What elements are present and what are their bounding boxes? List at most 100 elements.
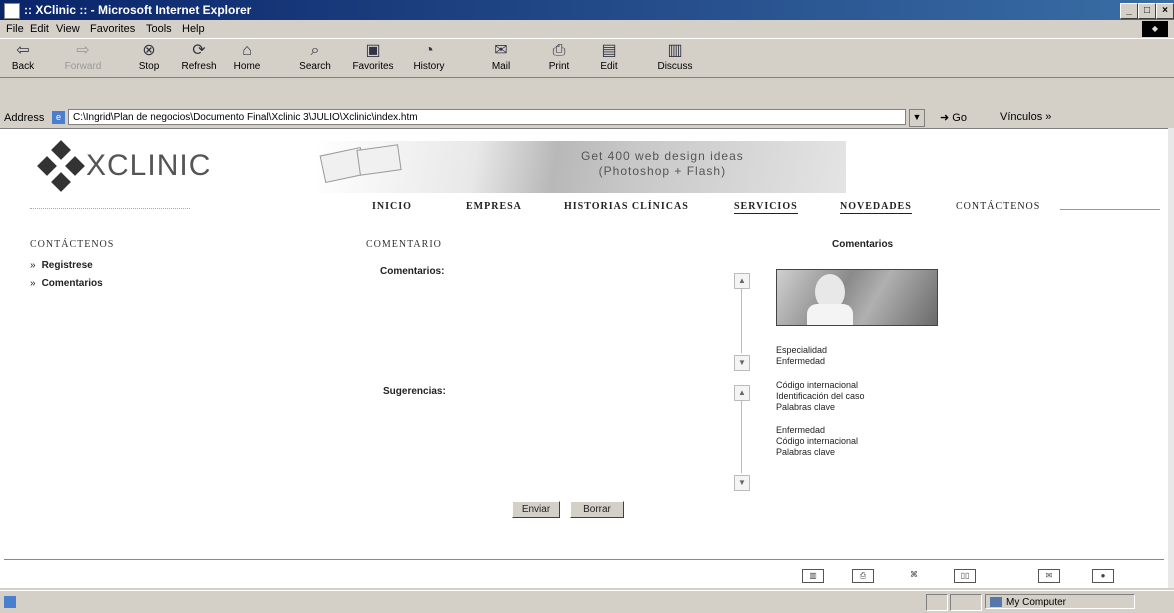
window-title: :: XClinic :: - Microsoft Internet Explo… [24,3,252,17]
scroll-down-icon[interactable]: ▼ [734,475,750,491]
nav-divider [30,208,190,209]
status-pane [950,594,982,611]
info-codigo-internacional: Código internacional [776,436,859,446]
my-computer-icon [990,597,1002,607]
status-page-icon [4,596,16,608]
stop-button[interactable]: ⊗ Stop [126,41,172,72]
favorites-button[interactable]: ▣ Favorites [350,41,396,72]
refresh-icon: ⟳ [192,42,206,59]
info-codigo-internacional: Código internacional [776,380,859,390]
search-button[interactable]: ⌕ Search [292,41,338,72]
scroll-up-icon[interactable]: ▲ [734,273,750,289]
xclinic-logo[interactable]: XCLINIC [30,140,250,192]
footer-mail-icon[interactable]: ✉ [1038,569,1060,583]
back-button[interactable]: ⇦ Back [0,41,46,72]
address-dropdown-icon[interactable]: ▼ [909,109,925,127]
double-arrow-icon: » [30,260,36,271]
discuss-button[interactable]: ▥ Discuss [652,41,698,72]
mail-button[interactable]: ✉ Mail [478,41,524,72]
address-label: Address [4,112,45,124]
footer-open-book-icon[interactable]: ▯▯ [954,569,976,583]
scroll-up-icon[interactable]: ▲ [734,385,750,401]
ie-app-icon[interactable] [4,3,20,19]
standard-toolbar: ⇦ Back ⇨ Forward ⊗ Stop ⟳ Refresh ⌂ Home ⌕ Sea… [0,38,1174,78]
page-content: XCLINIC Get 400 web design ideas (Photos… [0,128,1168,588]
banner-line-1: Get 400 web design ideas [581,149,744,163]
double-arrow-icon: » [30,278,36,289]
menu-file[interactable]: File [6,23,24,35]
form-heading: COMENTARIO [366,239,442,250]
title-bar: :: XClinic :: - Microsoft Internet Explo… [0,0,1174,20]
links-button[interactable]: Vínculos » [1000,111,1051,123]
history-icon: ◔ [424,42,434,59]
nav-novedades[interactable]: NOVEDADES [840,201,912,214]
reset-button[interactable]: Borrar [570,501,624,518]
print-icon: ⎙ [552,42,566,59]
comentarios-label: Comentarios: [380,266,445,277]
address-bar: Address e C:\Ingrid\Plan de negocios\Doc… [0,108,1174,128]
logo-diamond-icon [37,156,57,176]
close-button[interactable]: × [1156,3,1174,19]
footer-camera-icon[interactable]: ● [1092,569,1114,583]
footer-divider [4,559,1164,560]
mail-icon: ✉ [494,42,508,59]
sidebar-heading: CONTÁCTENOS [30,239,115,250]
menu-bar: File Edit View Favorites Tools Help ◆ [0,20,1174,38]
info-palabras-clave: Palabras clave [776,402,836,412]
banner-line-2: (Photoshop + Flash) [598,164,727,178]
edit-page-icon: ▤ [601,42,617,59]
footer-network-icon[interactable]: ⌘ [904,569,924,581]
submit-button[interactable]: Enviar [512,501,560,518]
page-icon: e [52,111,65,124]
go-button[interactable]: ➜ Go [940,111,967,124]
banner-card-image [356,144,402,176]
menu-favorites[interactable]: Favorites [90,23,135,35]
nav-inicio[interactable]: INICIO [372,201,412,212]
doctor-photo [776,269,938,326]
windows-logo-icon: ◆ [1142,21,1168,37]
security-zone: My Computer [985,594,1135,609]
status-pane [926,594,948,611]
history-button[interactable]: ◔ History [406,41,452,72]
info-palabras-clave: Palabras clave [776,447,836,457]
edit-button[interactable]: ▤ Edit [586,41,632,72]
nav-divider [1060,209,1160,210]
logo-text: XCLINIC [86,149,212,182]
menu-tools[interactable]: Tools [146,23,172,35]
discuss-icon: ▥ [667,42,683,59]
footer-printer-icon[interactable]: ⎙ [852,569,874,583]
menu-help[interactable]: Help [182,23,205,35]
footer-book-icon[interactable]: ▥ [802,569,824,583]
forward-button[interactable]: ⇨ Forward [60,41,106,72]
nav-historias-clinicas[interactable]: HISTORIAS CLÍNICAS [564,201,689,212]
logo-diamond-icon [65,156,85,176]
sidebar-item-registrese[interactable]: » Registrese [30,260,93,271]
logo-diamond-icon [51,172,71,192]
minimize-button[interactable]: _ [1120,3,1138,19]
menu-view[interactable]: View [56,23,80,35]
back-arrow-icon: ⇦ [16,42,30,59]
home-button[interactable]: ⌂ Home [224,41,270,72]
info-especialidad: Especialidad [776,345,828,355]
right-panel-heading: Comentarios [832,239,894,250]
print-button[interactable]: ⎙ Print [536,41,582,72]
info-enfermedad: Enfermedad [776,356,826,366]
scroll-down-icon[interactable]: ▼ [734,355,750,371]
comentarios-textarea-scrollbar[interactable] [741,289,742,353]
forward-arrow-icon: ⇨ [76,42,90,59]
status-bar: My Computer [0,590,1174,613]
menu-edit[interactable]: Edit [30,23,49,35]
ad-banner[interactable]: Get 400 web design ideas (Photoshop + Fl… [316,141,846,193]
nav-servicios[interactable]: SERVICIOS [734,201,798,214]
sugerencias-label: Sugerencias: [383,386,446,397]
refresh-button[interactable]: ⟳ Refresh [176,41,222,72]
sidebar-item-comentarios[interactable]: » Comentarios [30,278,103,289]
sugerencias-textarea-scrollbar[interactable] [741,401,742,473]
address-input[interactable]: C:\Ingrid\Plan de negocios\Documento Fin… [68,109,906,125]
page-scrollbar[interactable] [1168,128,1174,588]
nav-contactenos[interactable]: CONTÁCTENOS [956,201,1040,212]
go-arrow-icon: ➜ [940,112,950,124]
home-icon: ⌂ [242,42,252,59]
maximize-button[interactable]: □ [1138,3,1156,19]
nav-empresa[interactable]: EMPRESA [466,201,522,212]
